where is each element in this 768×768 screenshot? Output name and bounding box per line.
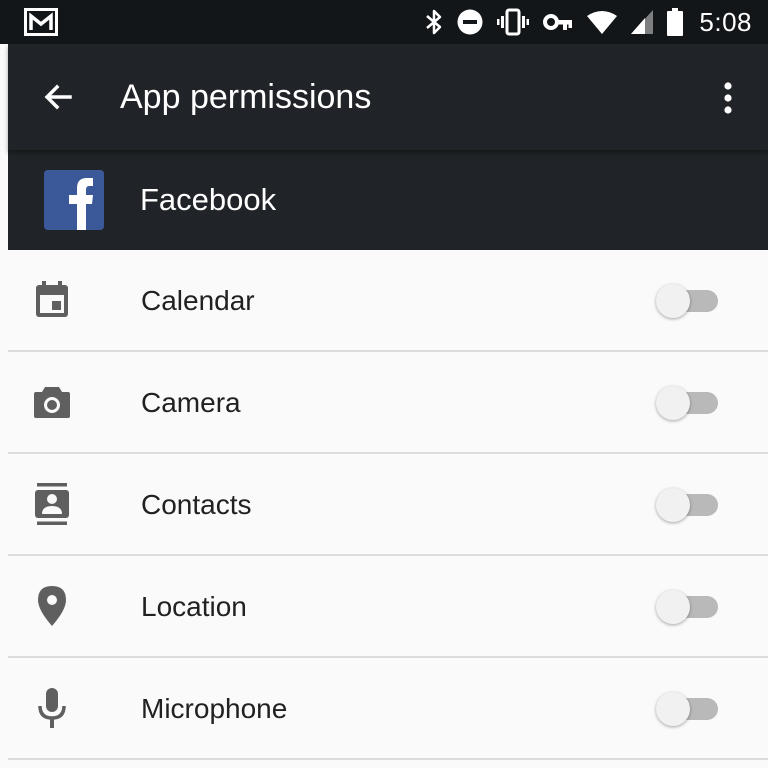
permission-label: Contacts	[141, 489, 252, 520]
status-clock: 5:08	[699, 6, 752, 37]
toggle-thumb	[656, 488, 690, 522]
permission-row-location[interactable]: Location	[8, 556, 768, 658]
camera-icon	[32, 382, 72, 422]
contacts-icon	[32, 483, 72, 525]
permission-toggle-microphone[interactable]	[656, 692, 720, 726]
app-bar: App permissions	[8, 44, 768, 150]
bluetooth-icon	[425, 8, 443, 36]
location-icon	[32, 586, 72, 626]
permission-label: Camera	[141, 387, 241, 418]
more-vert-icon	[724, 82, 732, 114]
cell-signal-icon	[631, 10, 654, 34]
status-icons: 5:08	[425, 0, 752, 44]
permission-toggle-camera[interactable]	[656, 386, 720, 420]
back-button[interactable]	[38, 77, 78, 117]
permission-row-contacts[interactable]: Contacts	[8, 454, 768, 556]
battery-icon	[667, 8, 684, 36]
permission-label: Microphone	[141, 693, 288, 724]
permission-toggle-calendar[interactable]	[656, 284, 720, 318]
app-header: Facebook	[8, 150, 768, 250]
permission-toggle-contacts[interactable]	[656, 488, 720, 522]
toggle-thumb	[656, 590, 690, 624]
page-title: App permissions	[120, 78, 372, 116]
vibrate-icon	[497, 8, 530, 36]
app-permissions-screen: 5:08 App permissions Facebook Calendar C…	[0, 0, 768, 768]
wifi-icon	[587, 10, 618, 34]
microphone-icon	[32, 688, 72, 728]
toggle-thumb	[656, 692, 690, 726]
calendar-icon	[32, 280, 72, 320]
toggle-thumb	[656, 284, 690, 318]
permission-toggle-location[interactable]	[656, 590, 720, 624]
permission-label: Location	[141, 591, 247, 622]
permission-label: Calendar	[141, 285, 255, 316]
arrow-back-icon	[44, 84, 72, 110]
permission-list: Calendar Camera Contacts Location Microp…	[8, 250, 768, 760]
vpn-key-icon	[543, 12, 573, 32]
permission-row-camera[interactable]: Camera	[8, 352, 768, 454]
permission-row-calendar[interactable]: Calendar	[8, 250, 768, 352]
status-bar: 5:08	[0, 0, 768, 44]
toggle-thumb	[656, 386, 690, 420]
overflow-menu-button[interactable]	[716, 78, 740, 118]
gmail-notification-icon	[24, 8, 58, 36]
app-name: Facebook	[140, 182, 277, 217]
do-not-disturb-icon	[457, 9, 483, 35]
permission-row-microphone[interactable]: Microphone	[8, 658, 768, 760]
facebook-logo-icon	[44, 170, 104, 230]
